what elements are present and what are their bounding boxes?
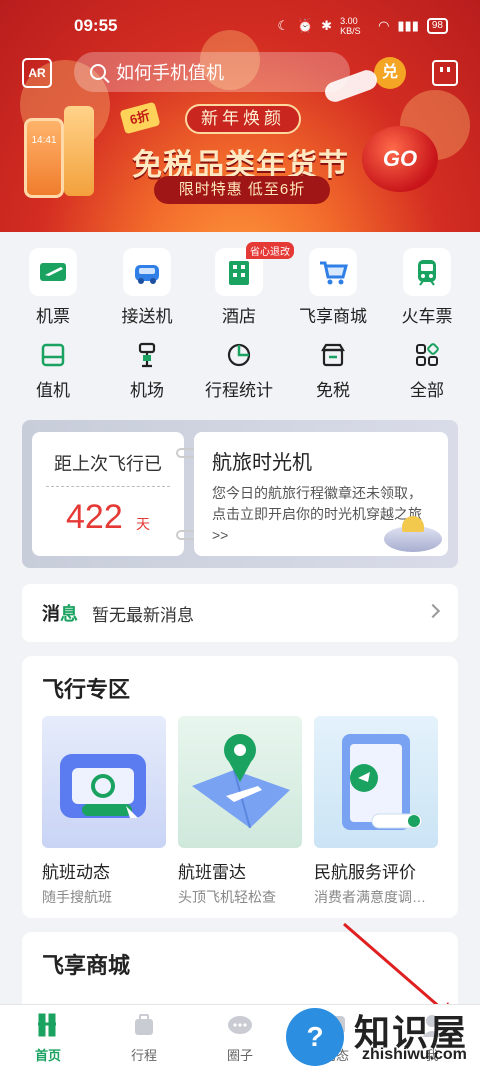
chat-bubble-icon <box>226 1011 254 1039</box>
time-machine-card[interactable]: 航旅时光机 您今日的航旅行程徽章还未领取，点击立即开启你的时光机穿越之旅 >> <box>194 432 448 556</box>
card-title: 航班雷达 <box>178 863 246 882</box>
flight-zone-section: 飞行专区 航班动态 随手搜航班 航班雷达 头顶飞机轻松查 民航服务评价 消费者满… <box>22 656 458 918</box>
flight-radar-card[interactable]: 航班雷达 头顶飞机轻松查 <box>178 716 302 907</box>
tab-trips[interactable]: 行程 <box>96 1011 192 1064</box>
service-label: 接送机 <box>121 307 173 326</box>
service-duty-free[interactable]: 免税 <box>288 340 378 401</box>
banner-promo-pill: 限时特惠 低至6折 <box>154 176 330 204</box>
battery-icon: 98 <box>426 18 448 34</box>
card-subtitle: 随手搜航班 <box>42 889 112 905</box>
service-airport-transfer[interactable]: 接送机 <box>102 248 192 327</box>
discount-badge: 6折 <box>119 101 161 135</box>
service-checkin[interactable]: 值机 <box>8 340 98 401</box>
bluetooth-icon: ✱ <box>321 18 333 33</box>
card-subtitle: 消费者满意度调… <box>314 889 426 905</box>
grid-all-icon <box>412 340 442 370</box>
service-label: 飞享商城 <box>299 307 367 326</box>
ticket-plane-icon <box>29 248 77 296</box>
redeem-button[interactable]: 兑 <box>374 57 406 89</box>
service-label: 酒店 <box>222 307 256 326</box>
moon-icon: ☾ <box>277 18 289 33</box>
search-input[interactable]: 如何手机值机 <box>74 52 350 92</box>
last-flight-title: 距上次飞行已 <box>54 454 162 474</box>
banner-tagline: 新年焕颜 <box>185 104 301 134</box>
service-grid: 机票 接送机 省心退改 酒店 飞享商城 火车票 值机 机场 行程统计 免税 全部 <box>0 232 480 412</box>
status-bar: 09:55 ☾ ⏰ ✱ 3.00 KB/S ◠ ▮▮▮ 98 <box>0 0 480 48</box>
tab-circle[interactable]: 圈子 <box>192 1011 288 1064</box>
cart-icon <box>309 248 357 296</box>
flight-radar-illustration <box>178 716 302 848</box>
card-title: 航班动态 <box>42 863 110 882</box>
service-review-card[interactable]: 民航服务评价 消费者满意度调… <box>314 716 438 907</box>
service-flight-ticket[interactable]: 机票 <box>8 248 98 327</box>
service-label: 值机 <box>36 381 70 400</box>
train-icon <box>403 248 451 296</box>
search-icon <box>90 64 106 80</box>
tab-label: 首页 <box>34 1048 61 1063</box>
alarm-icon: ⏰ <box>296 18 314 33</box>
checkin-icon <box>38 340 68 370</box>
watermark: ? 知识屋 zhishiwu.com <box>282 1000 480 1072</box>
phone-illustration: 14:41 <box>24 118 64 198</box>
divider <box>46 486 170 487</box>
watermark-logo-icon: ? <box>286 1008 344 1066</box>
wifi-icon: ◠ <box>378 18 390 33</box>
message-icon[interactable] <box>432 60 458 86</box>
status-time: 09:55 <box>74 16 118 35</box>
service-review-illustration <box>314 716 438 848</box>
service-label: 火车票 <box>401 307 453 326</box>
ufo-icon <box>384 516 442 552</box>
home-icon <box>34 1011 62 1039</box>
luggage-icon <box>130 1011 158 1039</box>
signal-icon: ▮▮▮ <box>397 18 419 33</box>
last-flight-days: 422 <box>66 498 123 536</box>
news-label-a: 消 <box>42 604 60 624</box>
service-label: 行程统计 <box>205 381 273 400</box>
news-label-b: 息 <box>60 604 78 624</box>
lantern-go-icon: GO <box>362 126 438 192</box>
watermark-url: zhishiwu.com <box>362 1046 467 1063</box>
tab-label: 行程 <box>130 1048 157 1063</box>
service-hotel[interactable]: 省心退改 酒店 <box>194 242 294 327</box>
perfume-illustration <box>64 106 94 196</box>
car-icon <box>123 248 171 296</box>
news-bar[interactable]: 消 息 暂无最新消息 <box>22 584 458 642</box>
service-label: 免税 <box>316 381 350 400</box>
hero-banner[interactable]: 09:55 ☾ ⏰ ✱ 3.00 KB/S ◠ ▮▮▮ 98 AR 如何手机值机… <box>0 0 480 232</box>
pie-chart-icon <box>224 340 254 370</box>
flight-zone-title: 飞行专区 <box>42 677 131 702</box>
news-text: 暂无最新消息 <box>92 605 194 625</box>
status-icons: ☾ ⏰ ✱ 3.00 KB/S ◠ ▮▮▮ 98 <box>277 16 448 36</box>
last-flight-card[interactable]: 距上次飞行已 422 天 <box>32 432 184 556</box>
ar-scan-button[interactable]: AR <box>22 58 52 88</box>
time-machine-title: 航旅时光机 <box>212 452 312 474</box>
mall-title: 飞享商城 <box>42 953 131 978</box>
flight-status-card[interactable]: 航班动态 随手搜航班 <box>42 716 166 907</box>
service-label: 机票 <box>36 307 70 326</box>
flight-status-illustration <box>42 716 166 848</box>
tab-home[interactable]: 首页 <box>0 1011 96 1064</box>
last-flight-unit: 天 <box>136 516 150 532</box>
card-subtitle: 头顶飞机轻松查 <box>178 889 276 905</box>
top-bar: AR 如何手机值机 兑 <box>0 52 480 94</box>
airport-icon <box>132 340 162 370</box>
service-airport[interactable]: 机场 <box>102 340 192 401</box>
service-label: 全部 <box>410 381 444 400</box>
chevron-right-icon <box>425 603 441 619</box>
service-mall[interactable]: 飞享商城 <box>288 248 378 327</box>
service-all[interactable]: 全部 <box>382 340 472 401</box>
phone-time: 14:41 <box>31 135 57 146</box>
shop-icon <box>318 340 348 370</box>
service-train-ticket[interactable]: 火车票 <box>382 248 472 327</box>
tab-label: 圈子 <box>226 1048 253 1063</box>
net-speed: 3.00 KB/S <box>340 16 361 36</box>
hotel-promo-tag: 省心退改 <box>246 242 294 259</box>
search-placeholder: 如何手机值机 <box>116 63 224 83</box>
service-label: 机场 <box>130 381 164 400</box>
service-trip-stats[interactable]: 行程统计 <box>194 340 284 401</box>
card-title: 民航服务评价 <box>314 863 416 882</box>
flight-stats-panel: 距上次飞行已 422 天 航旅时光机 您今日的航旅行程徽章还未领取，点击立即开启… <box>22 420 458 568</box>
